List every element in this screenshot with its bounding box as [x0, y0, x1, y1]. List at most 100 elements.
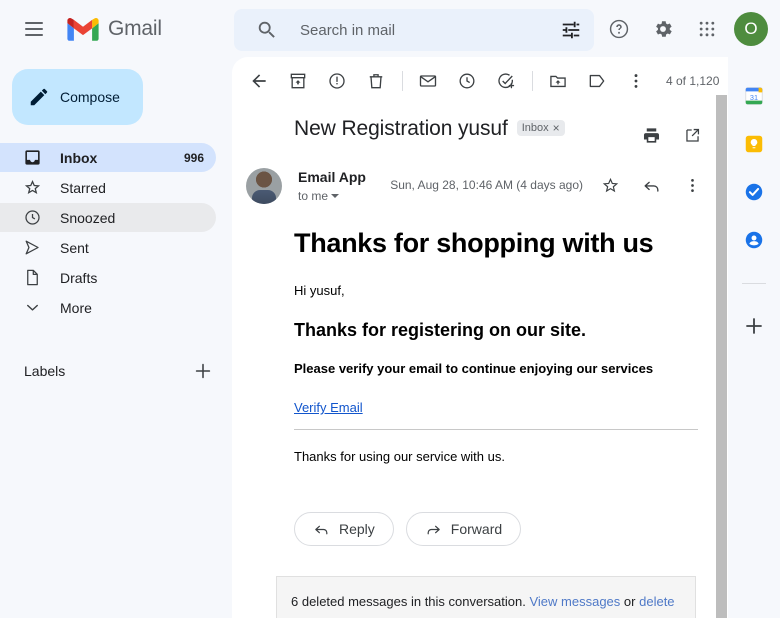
email-subheading: Thanks for registering on our site. [294, 320, 587, 340]
send-icon [22, 238, 42, 258]
notice-separator: or [623, 594, 636, 609]
sidebar-item-label: Starred [60, 179, 106, 196]
labels-section-header: Labels [0, 356, 232, 386]
sidebar-item-drafts[interactable]: Drafts [0, 263, 216, 292]
search-icon [258, 21, 275, 38]
back-arrow-icon[interactable] [242, 64, 276, 98]
hamburger-menu-icon[interactable] [14, 9, 54, 49]
message-date: Sun, Aug 28, 10:46 AM (4 days ago) [390, 178, 583, 192]
star-icon [22, 178, 42, 198]
reply-arrow-icon [315, 525, 328, 534]
inbox-count: 996 [183, 150, 204, 165]
email-body: Thanks for shopping with us Hi yusuf, Th… [232, 204, 728, 466]
google-tasks-icon[interactable] [743, 181, 765, 203]
verify-email-link[interactable]: Verify Email [294, 400, 363, 415]
add-to-tasks-icon[interactable] [489, 64, 523, 98]
rail-divider [742, 283, 766, 284]
sidebar: Compose Inbox 996 Starred Snoozed Sent D… [0, 57, 232, 618]
view-messages-link[interactable]: View messages [529, 594, 620, 609]
google-calendar-icon[interactable]: 31 [743, 85, 765, 107]
email-footer-text: Thanks for using our service with us. [294, 449, 505, 464]
sidebar-item-snoozed[interactable]: Snoozed [0, 203, 216, 232]
inbox-icon [22, 148, 42, 168]
forward-arrow-icon [427, 525, 440, 534]
reply-actions: Reply Forward [232, 466, 728, 546]
chip-remove-icon[interactable]: × [553, 122, 560, 134]
move-to-folder-icon[interactable] [541, 64, 575, 98]
top-right-actions: O [600, 10, 768, 48]
chip-label: Inbox [521, 122, 549, 134]
reply-label: Reply [339, 521, 375, 537]
trash-icon[interactable] [359, 64, 393, 98]
email-greeting: Hi yusuf, [294, 283, 345, 298]
svg-text:31: 31 [750, 93, 758, 102]
snooze-clock-icon[interactable] [450, 64, 484, 98]
subject-actions [634, 115, 714, 152]
sidebar-item-sent[interactable]: Sent [0, 233, 216, 262]
sidebar-nav: Inbox 996 Starred Snoozed Sent Drafts Mo… [0, 143, 232, 322]
sender-row: Email App to me Sun, Aug 28, 10:46 AM (4… [232, 152, 728, 204]
top-bar: Gmail Search in mail O [0, 0, 780, 57]
google-apps-grid-icon[interactable] [688, 10, 726, 48]
mark-unread-icon[interactable] [411, 64, 445, 98]
help-icon[interactable] [600, 10, 638, 48]
sidebar-item-label: Snoozed [60, 209, 116, 226]
reply-button[interactable]: Reply [294, 512, 394, 546]
open-in-new-icon[interactable] [675, 118, 709, 152]
forward-button[interactable]: Forward [405, 512, 522, 546]
sender-name: Email App [298, 169, 366, 185]
page-title: New Registration yusuf [294, 117, 508, 140]
sidebar-item-inbox[interactable]: Inbox 996 [0, 143, 216, 172]
recipient-label: to me [298, 189, 329, 203]
sidebar-item-label: Inbox [60, 149, 98, 166]
gear-icon[interactable] [644, 10, 682, 48]
message-scrollbar[interactable] [716, 95, 727, 618]
avatar [246, 168, 282, 204]
sidebar-item-more[interactable]: More [0, 293, 216, 322]
search-bar[interactable] [234, 9, 594, 51]
star-outline-icon[interactable] [593, 168, 627, 202]
email-heading: Thanks for shopping with us [294, 228, 654, 258]
create-label-plus-icon[interactable] [192, 360, 214, 382]
subject-row: New Registration yusuf Inbox × [232, 105, 728, 152]
archive-icon[interactable] [281, 64, 315, 98]
message-meta: Sun, Aug 28, 10:46 AM (4 days ago) [390, 168, 714, 202]
gmail-logo-icon [67, 17, 99, 41]
message-counter: 4 of 1,120 [666, 74, 720, 88]
inbox-label-chip[interactable]: Inbox × [516, 120, 565, 136]
email-divider [294, 429, 698, 430]
message-toolbar: 4 of 1,120 [232, 57, 728, 105]
google-contacts-icon[interactable] [743, 229, 765, 251]
message-pane: 4 of 1,120 New Registration yusuf Inbox … [232, 57, 728, 618]
forward-label: Forward [450, 521, 503, 537]
reply-arrow-icon[interactable] [634, 168, 668, 202]
more-vertical-icon[interactable] [675, 168, 709, 202]
tune-options-icon[interactable] [560, 19, 582, 41]
print-icon[interactable] [634, 118, 668, 152]
deleted-messages-notice: 6 deleted messages in this conversation.… [276, 576, 696, 618]
google-keep-icon[interactable] [743, 133, 765, 155]
account-avatar[interactable]: O [734, 12, 768, 46]
email-instruction: Please verify your email to continue enj… [294, 361, 654, 376]
sidebar-item-label: More [60, 299, 92, 316]
search-input[interactable] [298, 20, 560, 40]
gmail-window: Gmail Search in mail O Compose Inbox 996… [0, 0, 780, 618]
label-tag-icon[interactable] [580, 64, 614, 98]
add-app-plus-icon[interactable] [742, 314, 766, 338]
compose-label: Compose [60, 89, 120, 105]
toolbar-divider-2 [532, 71, 533, 91]
sender-info: Email App to me [298, 168, 366, 203]
notice-prefix: 6 deleted messages in this conversation. [291, 594, 526, 609]
more-vertical-icon[interactable] [619, 64, 653, 98]
pencil-icon [30, 88, 48, 106]
compose-button[interactable]: Compose [12, 69, 143, 125]
labels-title: Labels [24, 363, 66, 379]
sidebar-item-starred[interactable]: Starred [0, 173, 216, 202]
recipient-toggle[interactable]: to me [298, 189, 366, 203]
chevron-down-icon [331, 194, 340, 198]
gmail-brand[interactable]: Gmail [66, 16, 162, 42]
toolbar-divider [402, 71, 403, 91]
brand-text: Gmail [108, 16, 162, 40]
sidebar-item-label: Drafts [60, 269, 98, 286]
report-spam-icon[interactable] [320, 64, 354, 98]
